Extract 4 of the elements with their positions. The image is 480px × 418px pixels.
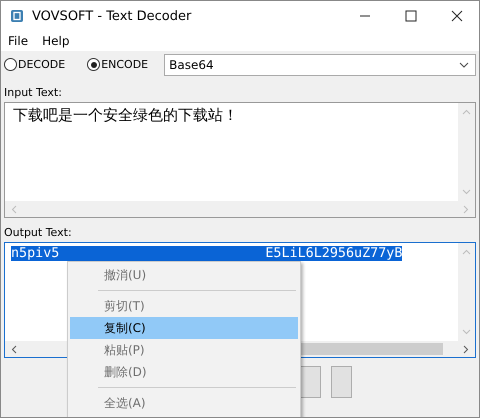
window-title: VOVSOFT - Text Decoder xyxy=(32,8,192,24)
input-label: Input Text: xyxy=(4,86,63,101)
output-label: Output Text: xyxy=(4,226,73,241)
output-text: n5piv5 E5LiL6L2956uZ77yB xyxy=(11,246,402,261)
